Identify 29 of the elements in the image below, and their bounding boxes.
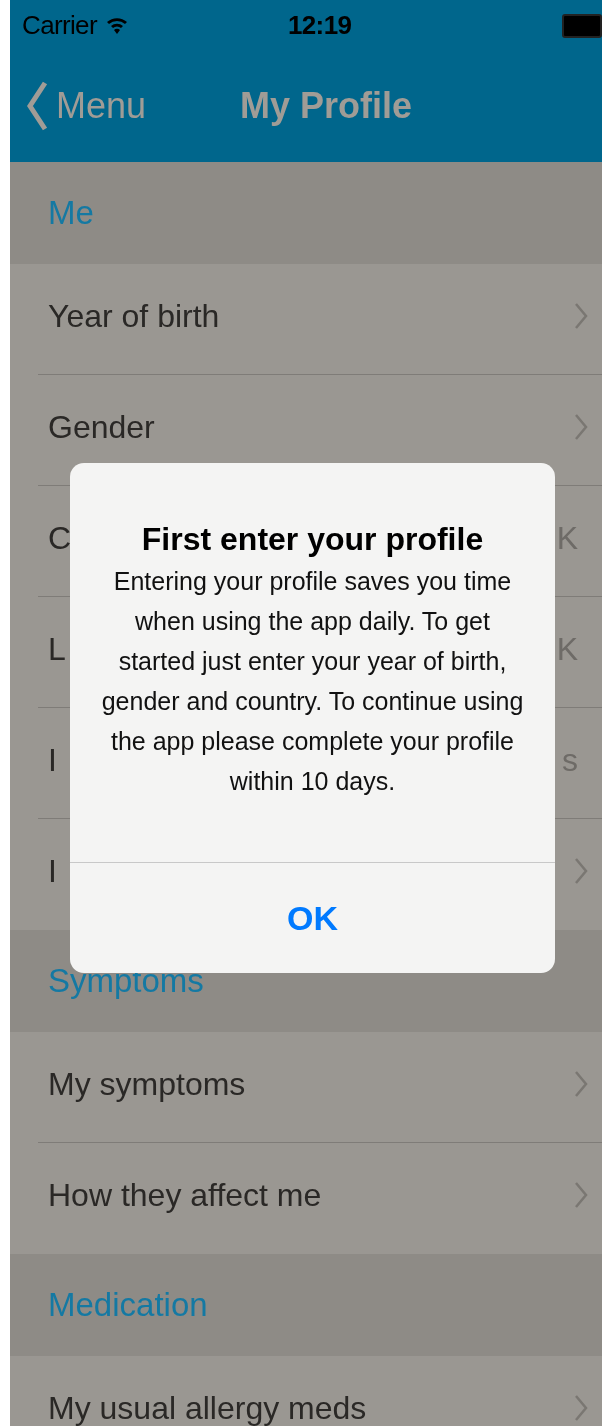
row-label: L	[48, 630, 66, 667]
row-label: Gender	[48, 408, 155, 445]
row-label: My usual allergy meds	[48, 1389, 367, 1426]
list-row[interactable]: Year of birth	[10, 264, 602, 375]
chevron-icon	[574, 856, 588, 885]
section-title: Medication	[48, 1285, 208, 1326]
chevron-icon	[574, 1069, 588, 1098]
alert-message: Entering your profile saves you time when using the app daily. To get started just enter your year of birth, gender and country. To continue using the app please complete your profile within 10 days.	[100, 566, 525, 797]
list-row[interactable]: My usual allergy meds	[10, 1356, 602, 1426]
screen-title: My Profile	[240, 84, 413, 128]
list-row[interactable]: How they affect me	[10, 1143, 602, 1254]
carrier-label: Carrier	[22, 8, 97, 42]
row-label: Year of birth	[48, 297, 220, 334]
back-chevron-icon	[26, 81, 48, 131]
chevron-icon	[574, 301, 588, 330]
row-label: C	[48, 519, 72, 556]
row-label: I	[48, 852, 57, 889]
ok-button[interactable]: OK	[70, 862, 555, 973]
chevron-icon	[574, 1393, 588, 1422]
list-row[interactable]: My symptoms	[10, 1032, 602, 1143]
alert-title: First enter your profile	[141, 520, 484, 559]
row-label: How they affect me	[48, 1176, 322, 1213]
row-label: I	[48, 741, 57, 778]
chevron-icon	[574, 412, 588, 441]
section-title: Me	[48, 193, 94, 234]
battery-icon	[562, 14, 602, 38]
row-label: My symptoms	[48, 1065, 246, 1102]
chevron-icon	[574, 1180, 588, 1209]
clock-label: 12:19	[288, 8, 352, 42]
